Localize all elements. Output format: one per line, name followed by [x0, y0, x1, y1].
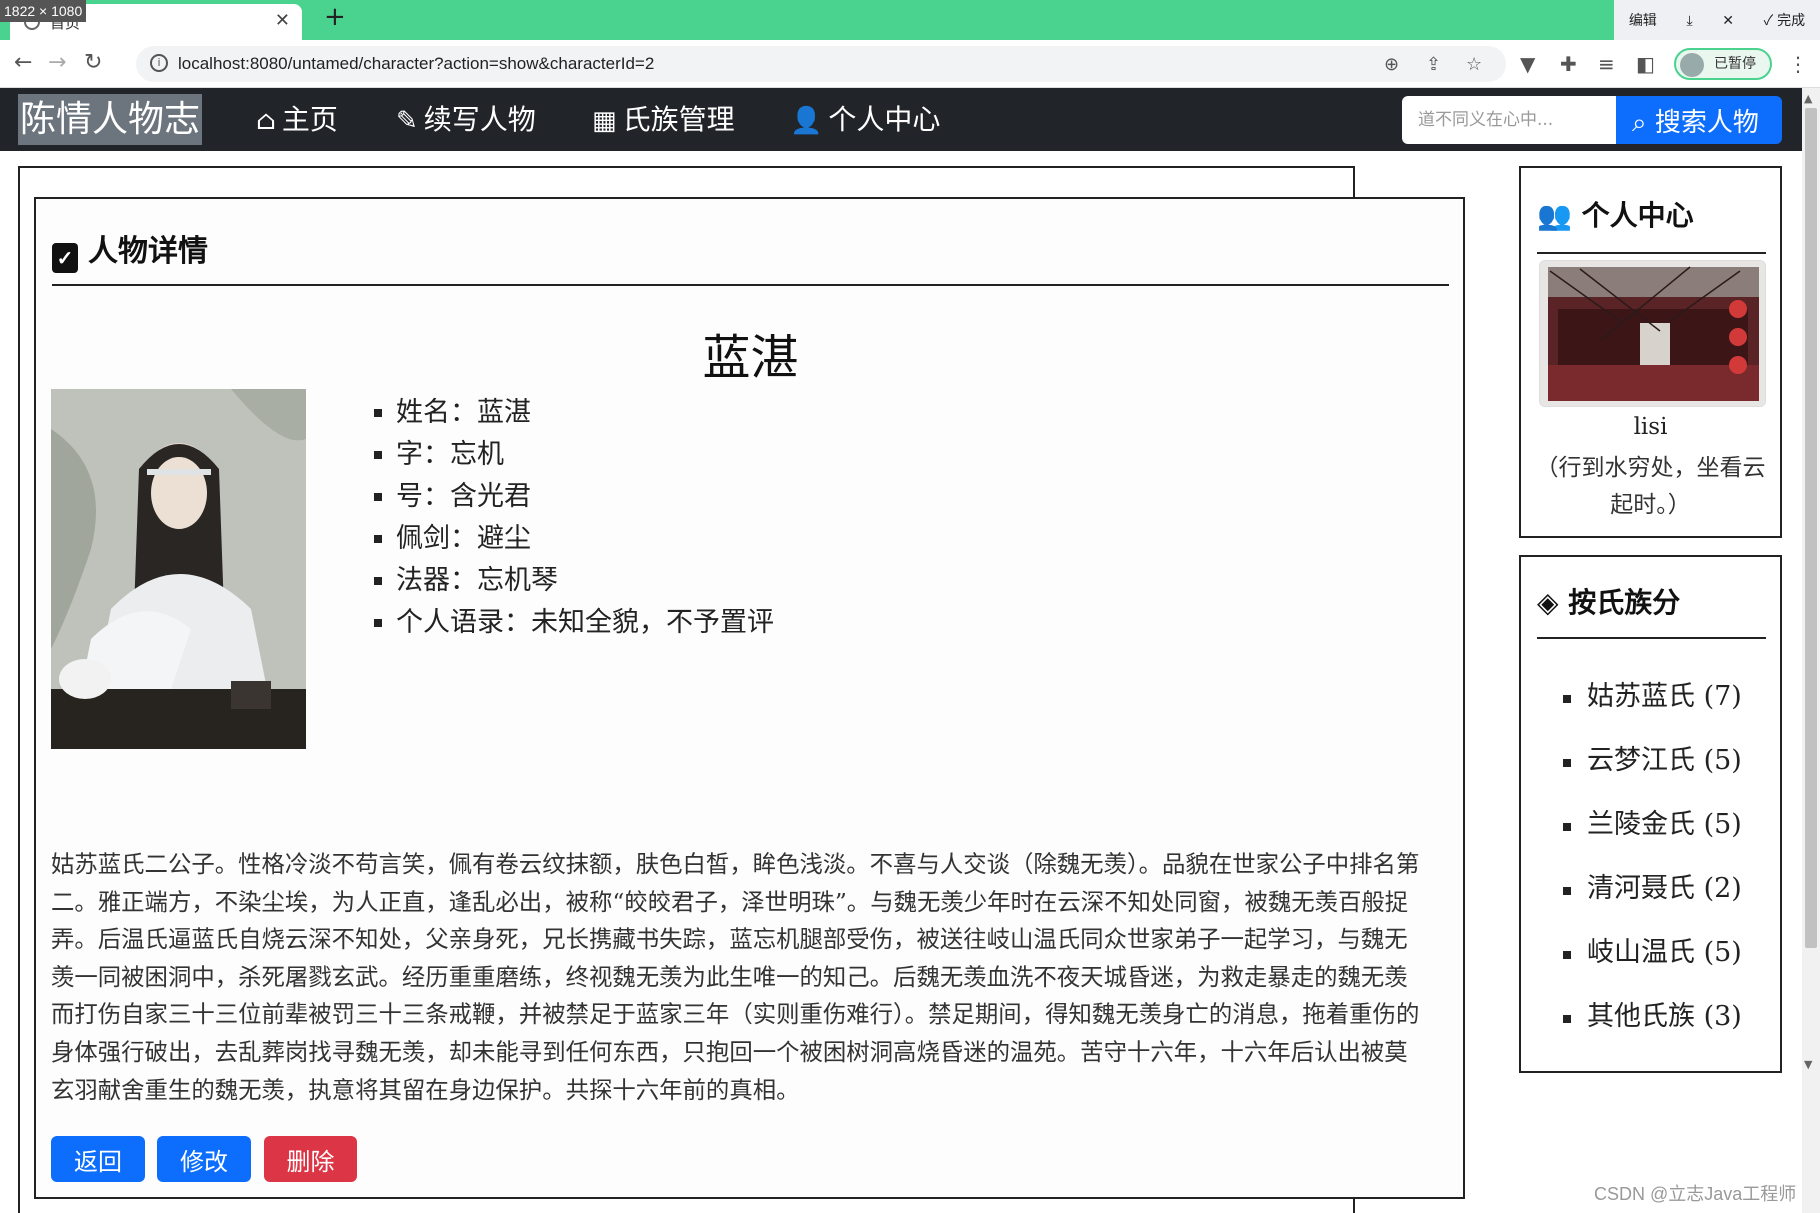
download-icon[interactable]: ⤓ — [1686, 12, 1692, 29]
profile-header: 👥 个人中心 — [1537, 194, 1694, 234]
url-text[interactable]: localhost:8080/untamed/character?action=… — [178, 54, 654, 74]
avatar — [1680, 53, 1704, 77]
layers-icon: ◈ — [1537, 586, 1559, 619]
done-button[interactable]: ✓ 完成 — [1764, 10, 1805, 30]
clan-divider — [1537, 637, 1766, 639]
profile-status: 已暂停 — [1714, 56, 1756, 72]
menu-kebab-icon[interactable]: ⋮ — [1788, 52, 1808, 76]
search-button[interactable]: ⌕ 搜索人物 — [1616, 96, 1782, 144]
clan-item[interactable]: 岐山温氏 (5) — [1563, 921, 1742, 985]
bookmark-star-icon[interactable]: ☆ — [1466, 54, 1482, 75]
attribute-item: 法器：忘机琴 — [374, 560, 774, 602]
attribute-item: 字：忘机 — [374, 434, 774, 476]
info-icon[interactable]: i — [150, 54, 168, 72]
home-icon: ⌂ — [256, 106, 276, 136]
sidepanel-icon[interactable]: ◧ — [1636, 52, 1655, 76]
nav-clan-label: 氏族管理 — [622, 103, 735, 136]
attribute-item: 号：含光君 — [374, 476, 774, 518]
character-biography: 姑苏蓝氏二公子。性格冷淡不苟言笑，佩有卷云纹抹额，肤色白皙，眸色浅淡。不喜与人交… — [51, 850, 1420, 1104]
clan-header: ◈ 按氏族分 — [1537, 581, 1680, 621]
portrait-image — [51, 389, 306, 749]
search-icon: ⌕ — [1632, 107, 1647, 138]
forward-arrow-icon[interactable]: → — [48, 50, 66, 75]
nav-user-center[interactable]: 👤 个人中心 — [790, 100, 940, 141]
profile-picture[interactable] — [1539, 260, 1766, 407]
clan-item[interactable]: 兰陵金氏 (5) — [1563, 793, 1742, 857]
download-panel: 编辑 ⤓ ✕ ✓ 完成 — [1614, 0, 1820, 40]
detail-header: ✓ 人物详情 — [52, 226, 208, 273]
clan-item[interactable]: 其他氏族 (3) — [1563, 985, 1742, 1049]
attribute-item: 姓名：蓝湛 — [374, 392, 774, 434]
close-tab-icon[interactable]: ✕ — [275, 10, 290, 31]
media-icon[interactable]: ≡ — [1598, 52, 1615, 76]
reload-icon[interactable]: ↻ — [84, 50, 102, 75]
back-arrow-icon[interactable]: ← — [14, 50, 32, 75]
browser-toolbar: ← → ↻ i localhost:8080/untamed/character… — [0, 40, 1820, 88]
profile-button[interactable]: 已暂停 — [1674, 48, 1772, 80]
nav-write-character[interactable]: ✎ 续写人物 — [396, 100, 536, 141]
nav-home-label: 主页 — [281, 103, 338, 136]
zoom-icon[interactable]: ⊕ — [1384, 54, 1399, 75]
profile-username: lisi — [1633, 414, 1668, 440]
address-bar[interactable]: i localhost:8080/untamed/character?actio… — [136, 46, 1506, 82]
scrollbar-thumb[interactable] — [1805, 108, 1817, 948]
delete-button[interactable]: 删除 — [264, 1136, 357, 1182]
user-icon: 👤 — [790, 106, 823, 136]
nav-user-label: 个人中心 — [828, 103, 941, 136]
brand-logo[interactable]: 陈情人物志 — [18, 94, 203, 145]
header-divider — [52, 284, 1449, 286]
profile-divider — [1537, 252, 1766, 254]
attribute-item: 佩剑：避尘 — [374, 518, 774, 560]
clan-item[interactable]: 清河聂氏 (2) — [1563, 857, 1742, 921]
size-badge: 1822 × 1080 — [0, 0, 87, 22]
puzzle-icon[interactable]: ✚ — [1560, 52, 1577, 76]
scroll-down-icon[interactable]: ▼ — [1804, 1058, 1812, 1071]
new-tab-button[interactable]: + — [324, 2, 346, 32]
share-icon[interactable]: ⇪ — [1426, 54, 1441, 75]
clan-card: ◈ 按氏族分 姑苏蓝氏 (7) 云梦江氏 (5) 兰陵金氏 (5) 清河聂氏 (… — [1519, 555, 1782, 1073]
edit-button[interactable]: 修改 — [157, 1136, 251, 1182]
browser-tab-strip: 首页 ✕ + 编辑 ⤓ ✕ ✓ 完成 — [0, 0, 1820, 40]
site-navbar: 陈情人物志 ⌂主页 ✎续写人物 ▦氏族管理 👤个人中心 ⌕ 搜索人物 — [0, 88, 1802, 151]
clipboard-check-icon: ✓ — [52, 243, 78, 273]
clan-list: 姑苏蓝氏 (7) 云梦江氏 (5) 兰陵金氏 (5) 清河聂氏 (2) 岐山温氏… — [1563, 665, 1742, 1049]
edit-icon: ✎ — [396, 106, 418, 136]
profile-image — [1540, 261, 1765, 406]
search-button-label: 搜索人物 — [1654, 107, 1759, 138]
profile-header-label: 个人中心 — [1581, 199, 1694, 232]
extension-v-icon[interactable]: ▼ — [1520, 52, 1535, 76]
attribute-item: 个人语录：未知全貌，不予置评 — [374, 602, 774, 644]
nav-home[interactable]: ⌂ 主页 — [256, 100, 338, 141]
nav-clan-management[interactable]: ▦ 氏族管理 — [592, 100, 735, 141]
nav-write-label: 续写人物 — [423, 103, 536, 136]
clan-item[interactable]: 姑苏蓝氏 (7) — [1563, 665, 1742, 729]
clan-header-label: 按氏族分 — [1568, 586, 1681, 619]
character-portrait — [51, 389, 306, 749]
search-input[interactable] — [1402, 96, 1616, 144]
detail-header-label: 人物详情 — [88, 234, 208, 269]
attribute-list: 姓名：蓝湛 字：忘机 号：含光君 佩剑：避尘 法器：忘机琴 个人语录：未知全貌，… — [374, 392, 774, 644]
edit-button[interactable]: 编辑 — [1629, 10, 1657, 30]
scroll-up-icon[interactable]: ▲ — [1804, 92, 1812, 105]
back-button[interactable]: 返回 — [51, 1136, 145, 1182]
profile-motto: （行到水穷处，坐看云起时。） — [1535, 455, 1766, 518]
users-icon: 👥 — [1537, 199, 1572, 232]
watermark: CSDN @立志Java工程师 — [1594, 1184, 1797, 1204]
close-icon[interactable]: ✕ — [1722, 12, 1734, 29]
clan-item[interactable]: 云梦江氏 (5) — [1563, 729, 1742, 793]
grid-icon: ▦ — [592, 106, 617, 136]
character-name: 蓝湛 — [702, 330, 799, 386]
profile-card: 👥 个人中心 lisi （行到水穷处，坐看云起时。） — [1519, 166, 1782, 538]
